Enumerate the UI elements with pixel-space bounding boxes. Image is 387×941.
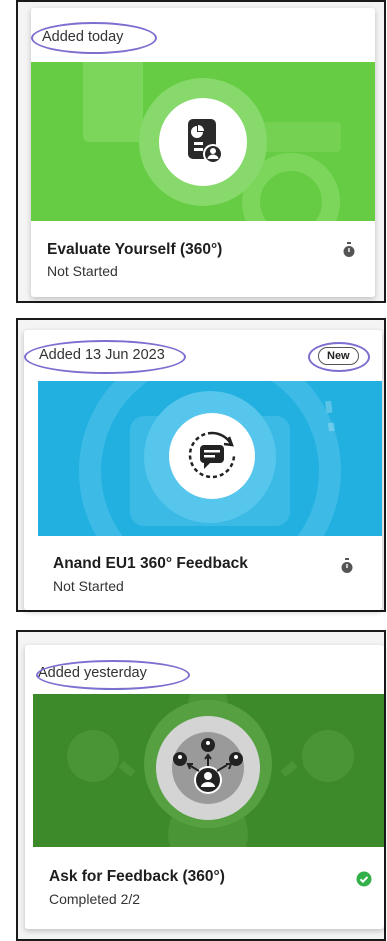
stopwatch-icon — [343, 242, 355, 257]
card-title[interactable]: Evaluate Yourself (360°) — [47, 241, 222, 259]
highlight-oval — [36, 660, 190, 690]
check-circle-icon — [356, 871, 372, 887]
card-frame-1: Added today Evaluate Yourself (360°) Not… — [16, 0, 386, 303]
card-frame-2: Added 13 Jun 2023 New Anand EU1 360° Fee… — [16, 318, 386, 612]
highlight-oval-badge — [308, 342, 370, 372]
ask-feedback-network-icon — [156, 716, 260, 820]
feedback-chat-icon — [169, 413, 255, 499]
card-banner — [38, 381, 382, 536]
highlight-oval — [24, 340, 186, 374]
card-status: Not Started — [47, 263, 118, 279]
card-banner — [31, 62, 375, 221]
card-title[interactable]: Ask for Feedback (360°) — [49, 868, 225, 886]
highlight-oval — [31, 22, 157, 54]
card-frame-3: Added yesterday Ask for Feedback (360°) … — [16, 630, 386, 941]
card-status: Not Started — [53, 578, 124, 594]
card-status: Completed 2/2 — [49, 891, 141, 907]
stopwatch-icon — [341, 558, 353, 573]
card-banner — [33, 694, 384, 847]
card-title[interactable]: Anand EU1 360° Feedback — [53, 555, 248, 573]
self-evaluation-icon — [159, 98, 247, 186]
